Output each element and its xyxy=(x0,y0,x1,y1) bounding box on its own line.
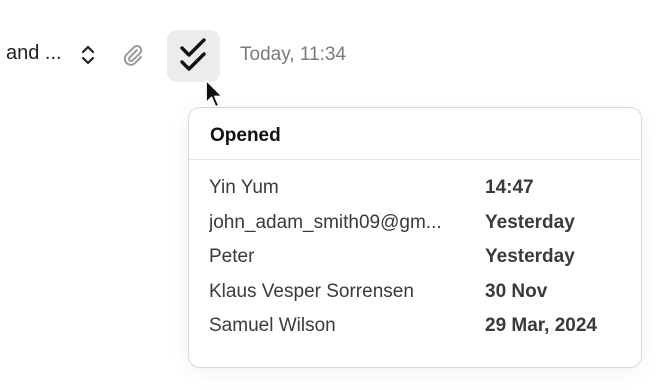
opened-time: 30 Nov xyxy=(485,280,548,302)
recipient-name: john_adam_smith09@gm... xyxy=(209,211,442,233)
list-item: Yin Yum 14:47 xyxy=(189,172,641,207)
popover-title: Opened xyxy=(210,125,281,146)
divider xyxy=(189,159,641,160)
opened-time: Yesterday xyxy=(485,211,575,233)
recipient-name: Yin Yum xyxy=(209,177,279,198)
list-item: john_adam_smith09@gm... Yesterday xyxy=(189,207,641,242)
list-item: Samuel Wilson 29 Mar, 2024 xyxy=(189,310,641,345)
list-item: Klaus Vesper Sorrensen 30 Nov xyxy=(189,276,641,311)
subject-preview[interactable]: and ... xyxy=(6,42,62,65)
recipient-name: Klaus Vesper Sorrensen xyxy=(209,280,414,302)
recipient-name: Peter xyxy=(209,246,255,267)
opened-time: 14:47 xyxy=(485,177,534,198)
opened-time: 29 Mar, 2024 xyxy=(485,315,597,336)
recipient-name: Samuel Wilson xyxy=(209,315,336,336)
opened-list: Yin Yum 14:47 john_adam_smith09@gm... Ye… xyxy=(189,172,641,345)
list-item: Peter Yesterday xyxy=(189,241,641,276)
message-timestamp: Today, 11:34 xyxy=(240,44,346,65)
opened-time: Yesterday xyxy=(485,246,575,267)
opened-by-popover: Opened Yin Yum 14:47 john_adam_smith09@g… xyxy=(188,107,642,368)
paperclip-icon[interactable] xyxy=(120,42,146,68)
message-toolbar: and ... Today, 11:34 xyxy=(0,26,670,84)
double-check-icon xyxy=(180,38,206,71)
read-receipt-button[interactable] xyxy=(167,30,220,82)
chevron-up-down-icon[interactable] xyxy=(80,44,96,66)
